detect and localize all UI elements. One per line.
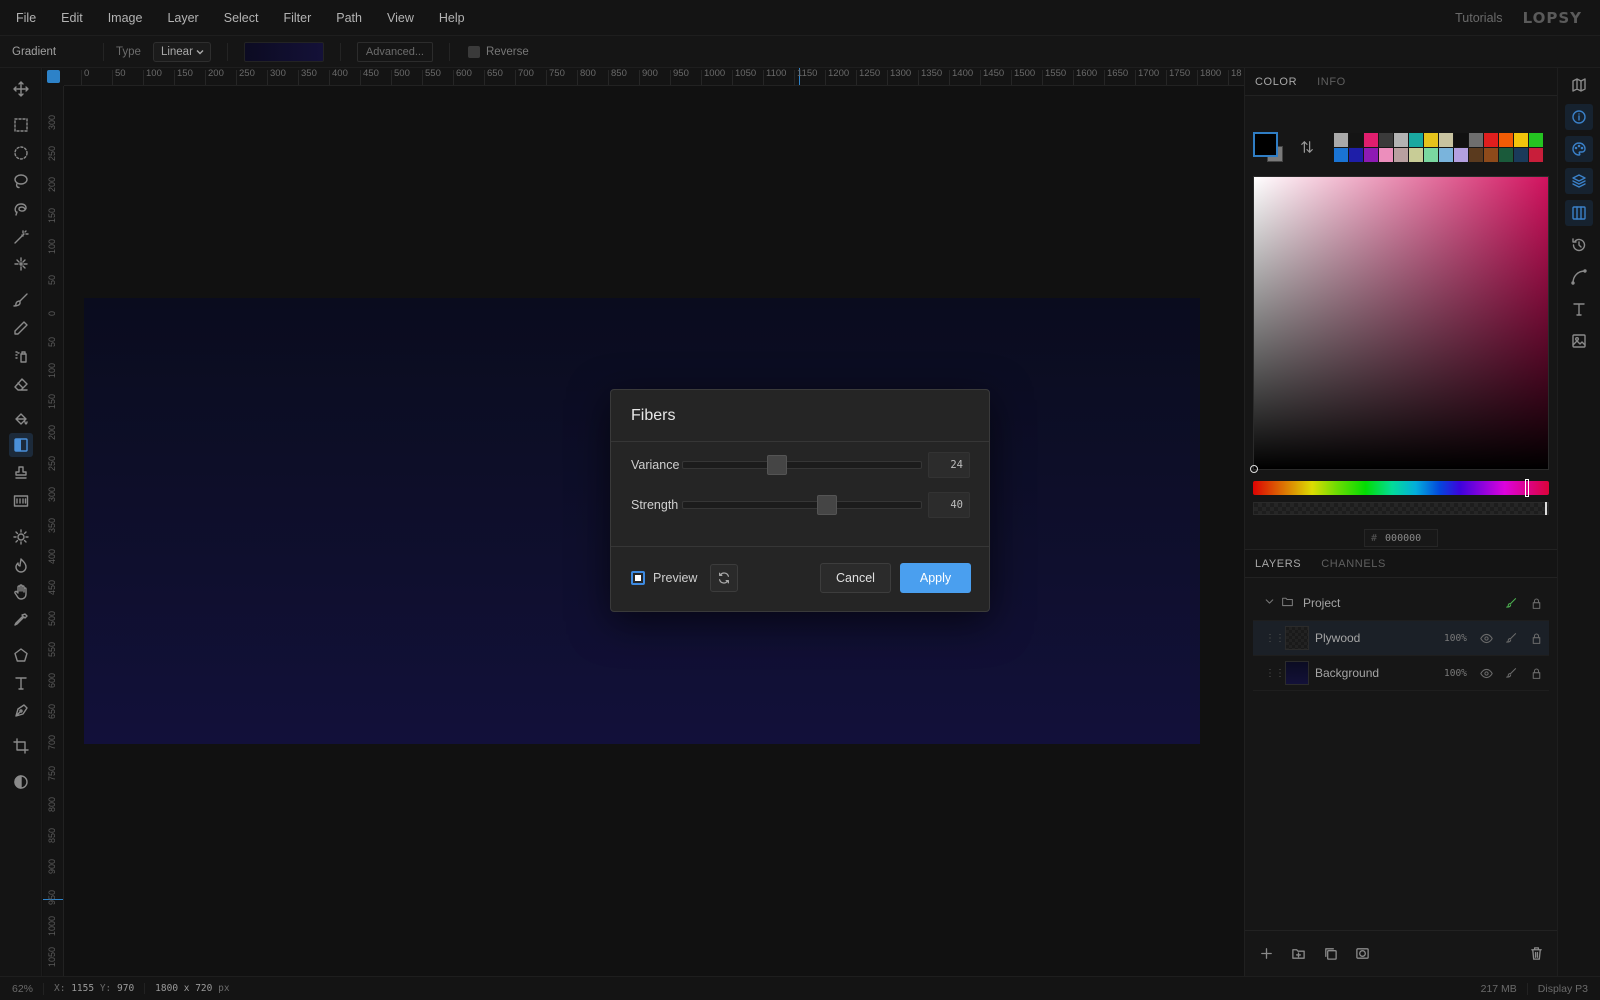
dialog-title: Fibers	[611, 390, 989, 442]
strength-row: Strength 40	[631, 492, 971, 518]
variance-row: Variance 24	[631, 452, 971, 478]
dialog-footer: Preview Cancel Apply	[631, 563, 971, 593]
strength-label: Strength	[631, 498, 679, 512]
strength-slider[interactable]	[682, 495, 922, 515]
fibers-dialog: Fibers Variance 24 Strength 40 Preview C…	[610, 389, 990, 612]
randomize-button[interactable]	[710, 564, 739, 592]
cancel-button[interactable]: Cancel	[820, 563, 891, 593]
apply-button[interactable]: Apply	[900, 563, 971, 593]
dialog-divider	[611, 546, 989, 547]
variance-slider[interactable]	[682, 455, 922, 475]
variance-slider-handle[interactable]	[767, 455, 787, 475]
strength-input[interactable]: 40	[928, 492, 970, 518]
preview-label[interactable]: Preview	[653, 571, 697, 585]
variance-label: Variance	[631, 458, 680, 472]
variance-input[interactable]: 24	[928, 452, 970, 478]
modal-overlay: Fibers Variance 24 Strength 40 Preview C…	[0, 0, 1600, 1000]
refresh-icon	[719, 572, 730, 584]
strength-slider-handle[interactable]	[817, 495, 837, 515]
preview-checkbox[interactable]	[631, 571, 645, 585]
